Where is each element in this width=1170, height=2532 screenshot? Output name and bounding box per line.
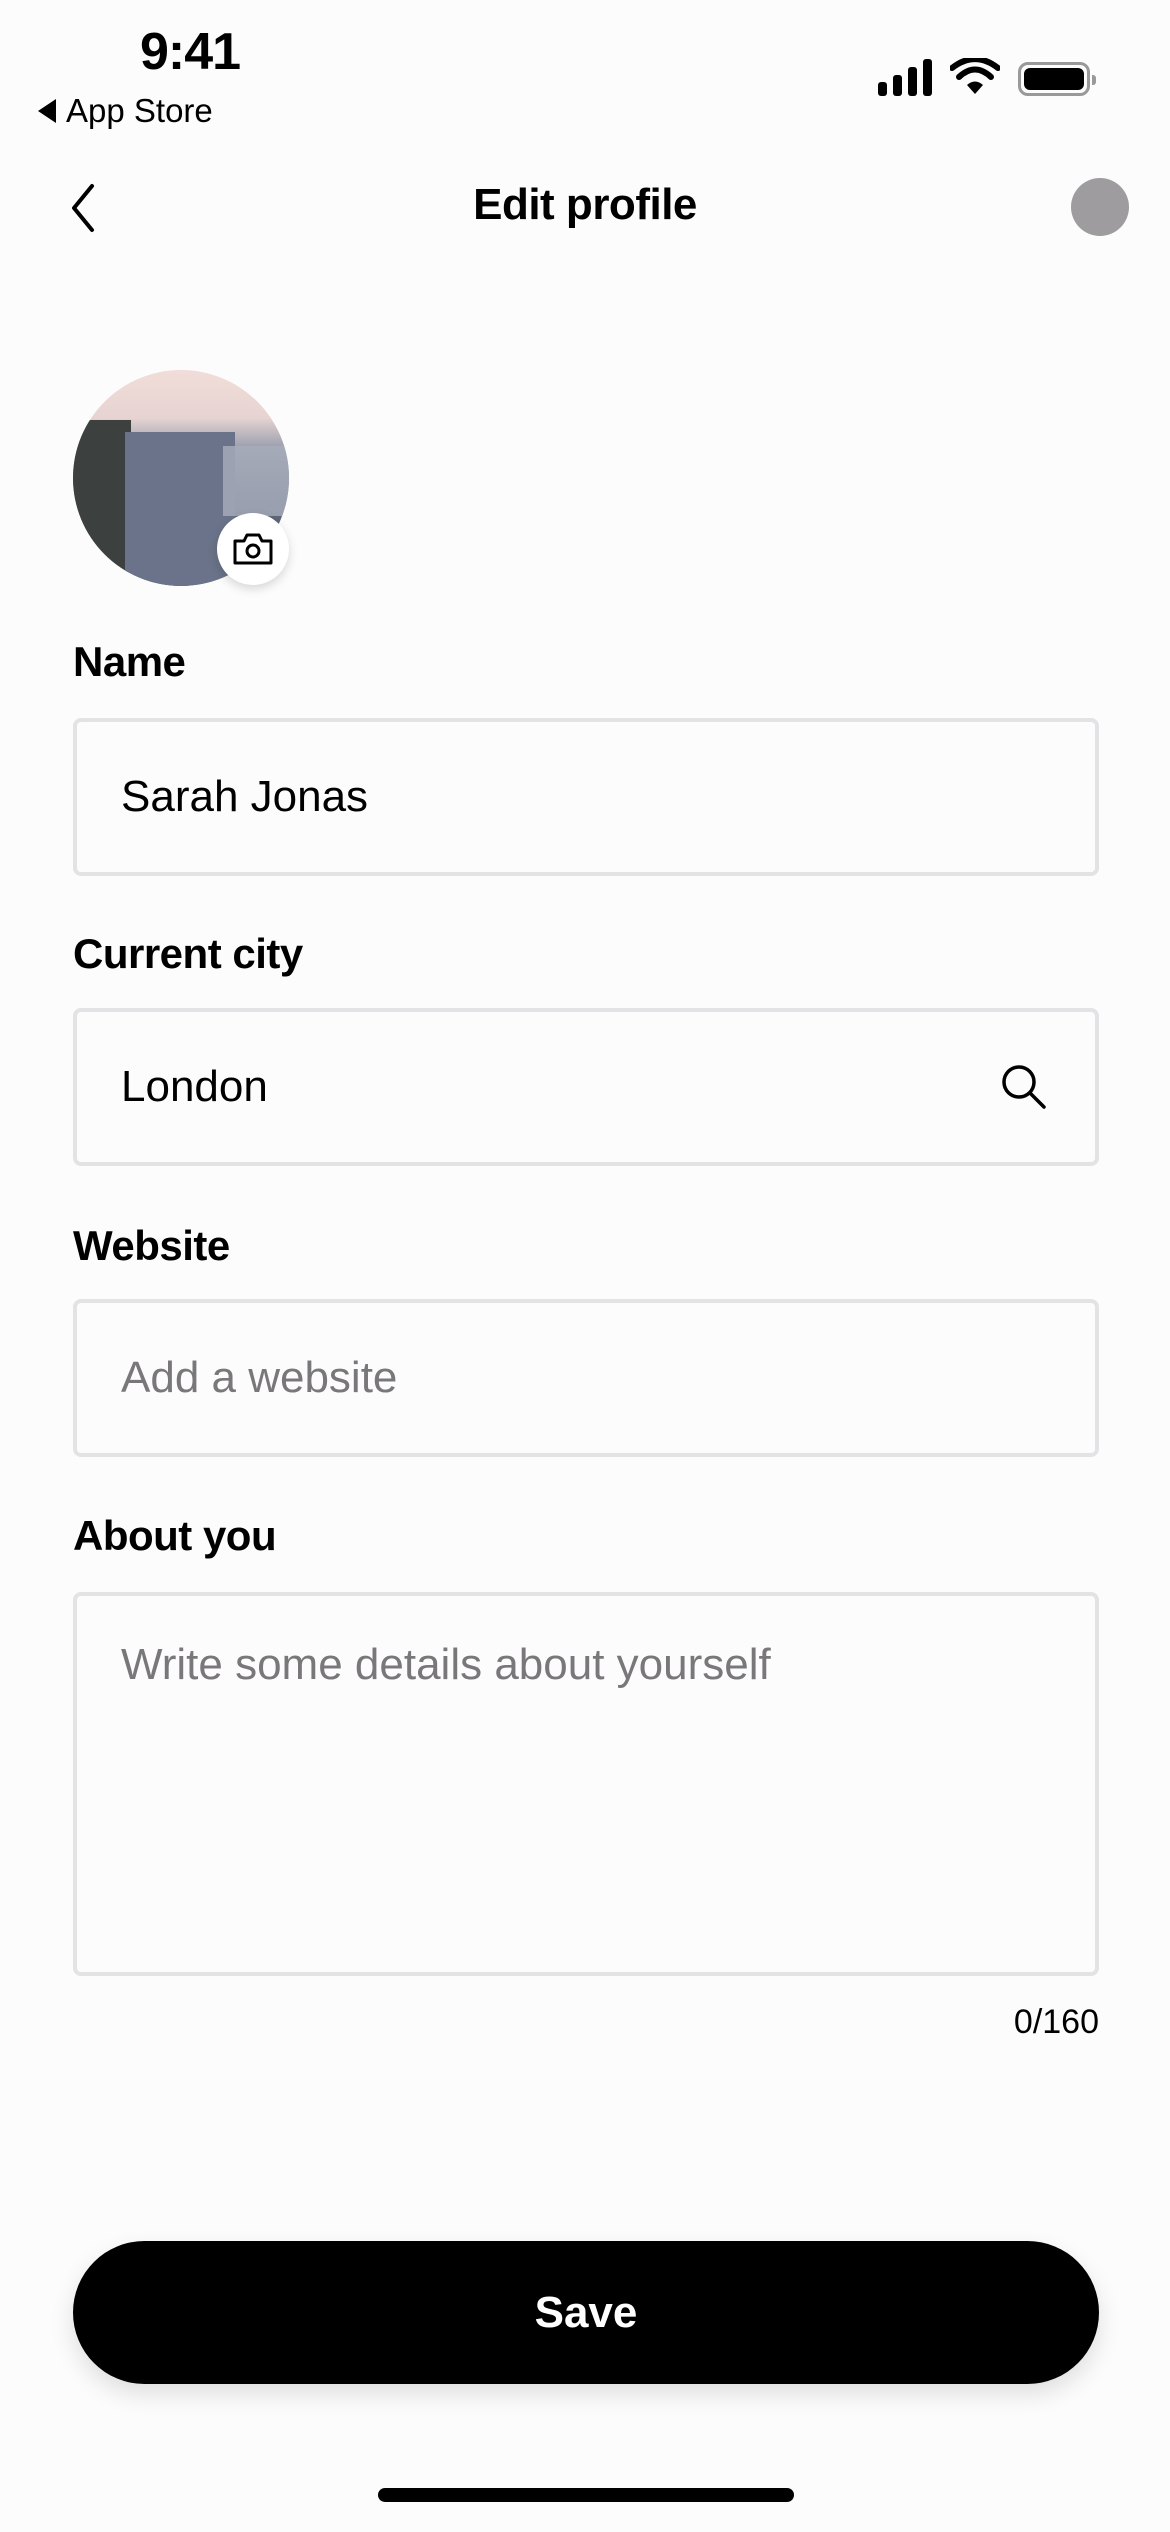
name-input[interactable]	[77, 722, 1095, 872]
search-icon[interactable]	[999, 1062, 1049, 1112]
name-label: Name	[73, 638, 186, 685]
back-app-label: App Store	[66, 92, 213, 129]
name-field-container	[73, 718, 1099, 876]
character-counter: 0/160	[1013, 2003, 1099, 2041]
status-icons	[878, 56, 1096, 96]
page-title: Edit profile	[473, 180, 697, 229]
avatar-image-part	[125, 432, 235, 586]
back-triangle-icon	[38, 99, 56, 123]
change-photo-button[interactable]	[217, 513, 289, 585]
camera-icon	[233, 533, 273, 565]
home-indicator[interactable]	[378, 2488, 794, 2502]
menu-dot-button[interactable]	[1071, 178, 1129, 236]
city-label: Current city	[73, 930, 303, 977]
battery-icon	[1018, 62, 1096, 96]
back-to-app-store[interactable]: App Store	[38, 92, 213, 130]
website-label: Website	[73, 1222, 230, 1269]
website-field-container	[73, 1299, 1099, 1457]
about-textarea[interactable]	[77, 1596, 1095, 1972]
avatar-image-part	[223, 446, 289, 516]
avatar-image-part	[73, 420, 131, 586]
wifi-icon	[950, 58, 1000, 94]
city-field-container	[73, 1008, 1099, 1166]
about-field-container	[73, 1592, 1099, 1976]
status-time: 9:41	[140, 23, 241, 81]
save-button[interactable]: Save	[73, 2241, 1099, 2384]
city-input[interactable]	[77, 1012, 1095, 1162]
website-input[interactable]	[77, 1303, 1095, 1453]
cellular-signal-icon	[878, 56, 932, 96]
about-label: About you	[73, 1512, 277, 1559]
